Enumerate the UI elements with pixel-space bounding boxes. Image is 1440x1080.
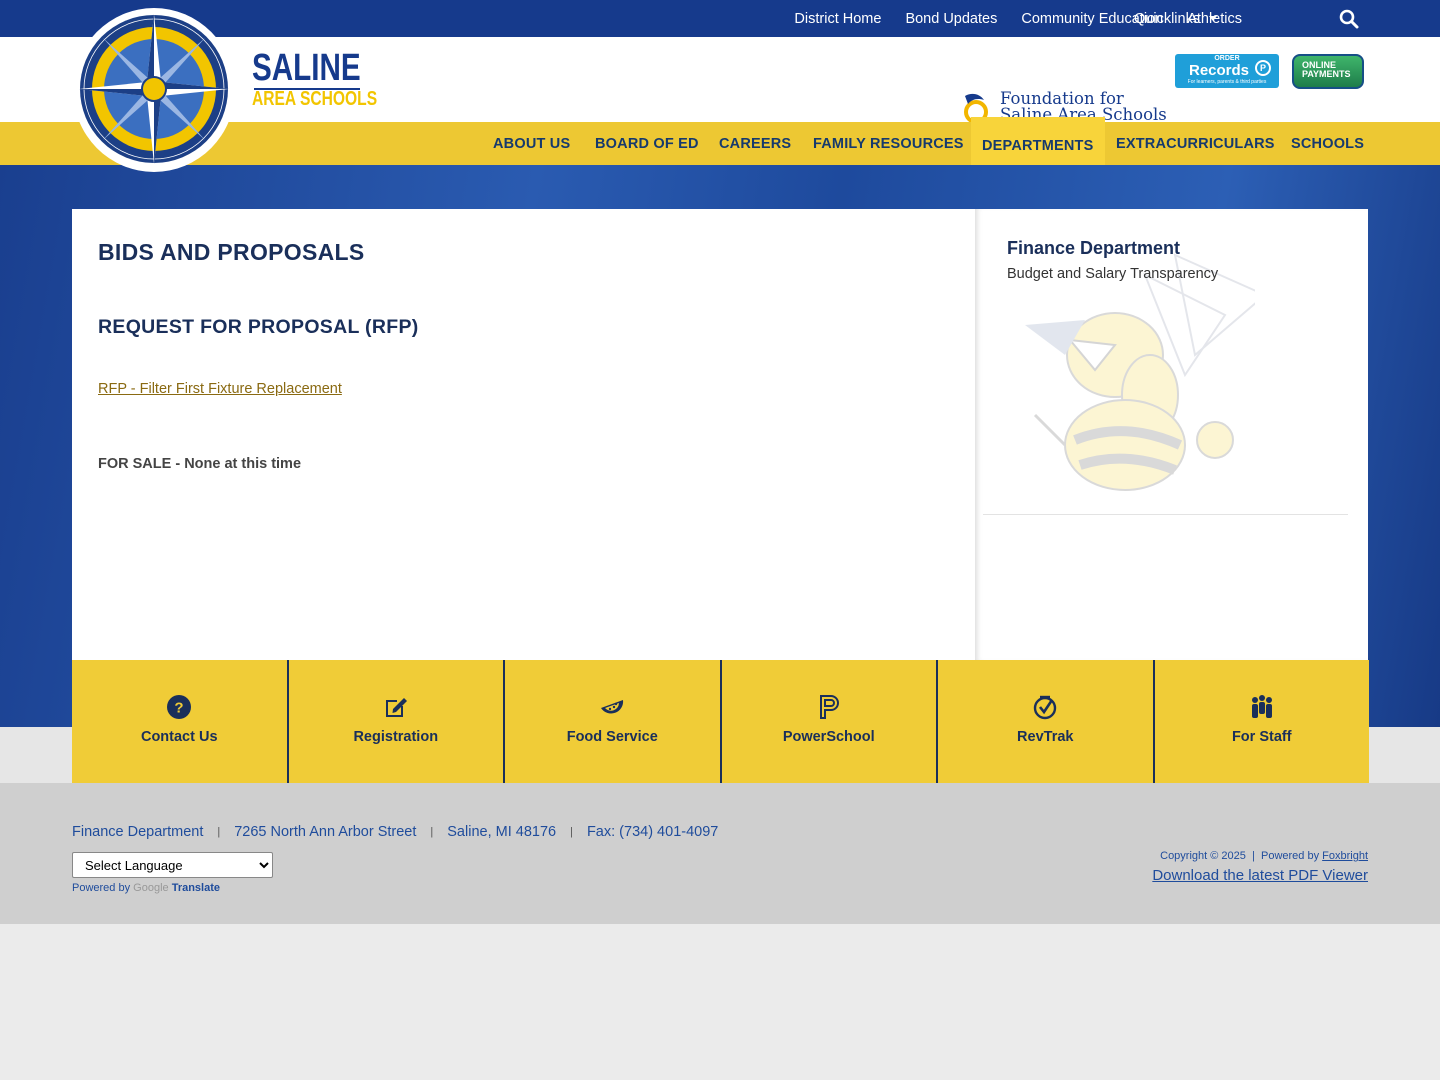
tile-label: PowerSchool bbox=[782, 729, 875, 745]
tile-contact-us[interactable]: ? Contact Us bbox=[72, 660, 289, 783]
main-content: BIDS AND PROPOSALS REQUEST FOR PROPOSAL … bbox=[72, 209, 974, 660]
footer-department: Finance Department bbox=[72, 824, 204, 840]
people-icon bbox=[1251, 695, 1272, 718]
nav-departments[interactable]: DEPARTMENTS bbox=[971, 117, 1105, 170]
chevron-down-icon bbox=[1209, 16, 1218, 21]
section-title: REQUEST FOR PROPOSAL (RFP) bbox=[98, 316, 419, 338]
footer-address: Finance Department | 7265 North Ann Arbo… bbox=[72, 824, 718, 840]
tile-label: Food Service bbox=[566, 729, 658, 745]
online-payments-button[interactable]: ONLINE PAYMENTS bbox=[1292, 54, 1364, 89]
edit-icon bbox=[385, 698, 407, 717]
nav-about-us[interactable]: ABOUT US bbox=[493, 122, 570, 165]
district-wordmark[interactable]: SALINE AREA SCHOOLS bbox=[252, 48, 412, 110]
utility-link-bond-updates[interactable]: Bond Updates bbox=[905, 11, 997, 27]
wordmark-saline: SALINE bbox=[252, 47, 361, 89]
district-seal-logo[interactable] bbox=[73, 8, 235, 172]
page-title: BIDS AND PROPOSALS bbox=[98, 239, 365, 265]
tile-registration[interactable]: Registration bbox=[288, 660, 505, 783]
wordmark-area-schools: AREA SCHOOLS bbox=[252, 88, 378, 110]
records-sub: For learners, parents & third parties bbox=[1187, 79, 1267, 85]
quicklinks-label: Quicklinks bbox=[1134, 10, 1201, 27]
content-card: BIDS AND PROPOSALS REQUEST FOR PROPOSAL … bbox=[72, 209, 1368, 660]
question-circle-icon: ? bbox=[167, 695, 192, 719]
utility-link-district-home[interactable]: District Home bbox=[794, 11, 881, 27]
powered-by-foxbright-label: Powered by bbox=[1260, 850, 1320, 862]
rfp-document-link[interactable]: RFP - Filter First Fixture Replacement bbox=[98, 381, 342, 397]
nav-extracurriculars[interactable]: EXTRACURRICULARS bbox=[1116, 122, 1275, 165]
foxbright-link[interactable]: Foxbright bbox=[1322, 850, 1368, 862]
nav-careers[interactable]: CAREERS bbox=[719, 122, 791, 165]
powerschool-icon bbox=[819, 695, 839, 719]
order-records-button[interactable]: ORDER Records For learners, parents & th… bbox=[1175, 54, 1279, 88]
parchment-icon: P bbox=[1255, 60, 1271, 76]
compass-seal-icon bbox=[79, 14, 229, 164]
revtrak-icon bbox=[1034, 695, 1057, 720]
nav-schools[interactable]: SCHOOLS bbox=[1291, 122, 1364, 165]
google-logo: Google bbox=[133, 882, 169, 894]
quick-links-tiles: ? Contact Us Registration Food Service P… bbox=[72, 660, 1369, 783]
sidebar-title[interactable]: Finance Department bbox=[1007, 238, 1180, 259]
site-footer: Finance Department | 7265 North Ann Arbo… bbox=[0, 783, 1440, 924]
google-translate-credit: Powered by Google Translate bbox=[72, 882, 220, 894]
footer-fax: Fax: (734) 401-4097 bbox=[586, 824, 719, 840]
tile-for-staff[interactable]: For Staff bbox=[1154, 660, 1369, 783]
watermelon-icon bbox=[601, 700, 624, 714]
footer-street: 7265 North Ann Arbor Street bbox=[234, 824, 417, 840]
footer-separator: | bbox=[217, 826, 221, 838]
footer-separator: | bbox=[430, 826, 434, 838]
powered-by-label: Powered by bbox=[72, 882, 131, 894]
language-select[interactable]: Select Language bbox=[72, 852, 273, 878]
tile-food-service[interactable]: Food Service bbox=[505, 660, 722, 783]
tile-revtrak[interactable]: RevTrak bbox=[938, 660, 1155, 783]
footer-separator: | bbox=[570, 826, 573, 838]
search-icon[interactable] bbox=[1338, 8, 1360, 30]
tile-label: RevTrak bbox=[1017, 729, 1074, 745]
tile-powerschool[interactable]: PowerSchool bbox=[721, 660, 938, 783]
nav-family-resources[interactable]: FAMILY RESOURCES bbox=[813, 122, 964, 165]
copyright-text: Copyright © 2025 bbox=[1160, 850, 1246, 862]
payments-line2: PAYMENTS bbox=[1302, 69, 1351, 79]
sidebar-link-budget-transparency[interactable]: Budget and Salary Transparency bbox=[1007, 266, 1218, 282]
copyright: Copyright © 2025 | Powered by Foxbright bbox=[1160, 850, 1368, 862]
hornet-mascot-icon bbox=[1025, 253, 1255, 491]
translate-link[interactable]: Translate bbox=[172, 882, 220, 894]
sidebar: Finance Department Budget and Salary Tra… bbox=[975, 209, 1368, 660]
quicklinks-dropdown[interactable]: Quicklinks bbox=[1134, 0, 1218, 37]
page-bottom-background bbox=[0, 924, 1440, 1080]
for-sale-notice: FOR SALE - None at this time bbox=[98, 456, 302, 472]
pdf-viewer-link[interactable]: Download the latest PDF Viewer bbox=[1152, 867, 1368, 884]
sidebar-divider bbox=[983, 514, 1348, 515]
svg-text:?: ? bbox=[175, 700, 184, 717]
nav-board-of-ed[interactable]: BOARD OF ED bbox=[595, 122, 699, 165]
tile-label: For Staff bbox=[1231, 729, 1292, 745]
footer-city: Saline, MI 48176 bbox=[447, 824, 557, 840]
tile-label: Registration bbox=[353, 729, 439, 745]
tile-label: Contact Us bbox=[140, 729, 218, 745]
